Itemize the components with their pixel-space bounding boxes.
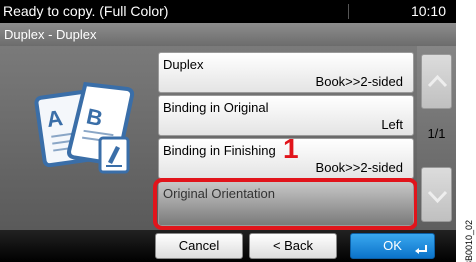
row-value: Left — [381, 117, 403, 132]
status-message: Ready to copy. (Full Color) — [3, 3, 169, 19]
back-button[interactable]: < Back — [249, 233, 337, 259]
main-panel: A B Duplex Book>>2-sided Binding in Orig… — [0, 46, 456, 230]
row-duplex[interactable]: Duplex Book>>2-sided — [158, 52, 414, 93]
duplex-illustration-icon: A B — [34, 81, 135, 174]
ok-label: OK — [383, 238, 402, 253]
side-code: 3B0010_02 — [460, 220, 474, 262]
side-code-text: 3B0010_02 — [464, 219, 475, 262]
status-divider — [348, 4, 349, 19]
chevron-up-icon — [427, 74, 448, 88]
status-bar: Ready to copy. (Full Color) 10:10 — [0, 0, 456, 23]
scroll-down-button[interactable] — [421, 167, 452, 222]
ok-button[interactable]: OK — [350, 233, 435, 259]
row-value: Book>>2-sided — [315, 74, 403, 89]
highlight-box — [153, 178, 418, 230]
row-title: Duplex — [163, 57, 204, 72]
bottom-bar: Cancel < Back OK — [0, 230, 456, 262]
row-value: Book>>2-sided — [315, 160, 403, 175]
breadcrumb: Duplex - Duplex — [0, 23, 456, 46]
clock: 10:10 — [410, 3, 446, 19]
enter-icon — [415, 245, 427, 254]
chevron-down-icon — [427, 190, 448, 204]
row-title: Binding in Original — [163, 100, 269, 115]
step-callout: 1 — [283, 133, 299, 164]
scroll-up-button[interactable] — [421, 54, 452, 109]
row-binding-in-original[interactable]: Binding in Original Left — [158, 95, 414, 136]
breadcrumb-text: Duplex - Duplex — [4, 27, 97, 42]
page-indicator: 1/1 — [427, 126, 446, 141]
row-title: Binding in Finishing — [163, 143, 276, 158]
scroll-column: 1/1 — [417, 46, 456, 230]
cancel-button[interactable]: Cancel — [155, 233, 243, 259]
